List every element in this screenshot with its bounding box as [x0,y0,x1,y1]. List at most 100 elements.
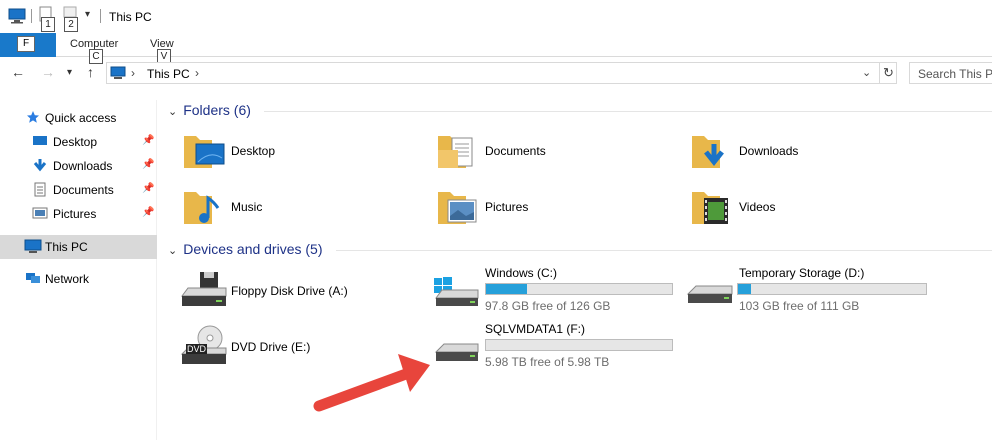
network-icon [26,273,40,283]
folder-label: Desktop [231,144,276,158]
folder-label: Downloads [739,144,799,158]
content-pane: ⌄ Folders (6) Desktop Documents Downloads [160,94,992,440]
sidebar-item-label: This PC [45,240,88,254]
sidebar-item-label: Desktop [53,135,98,149]
sidebar-item-label: Documents [53,183,114,197]
drive-free-space: 97.8 GB free of 126 GB [485,299,611,313]
group-divider [264,111,992,112]
sidebar-item-label: Network [45,272,90,286]
folder-label: Videos [739,200,776,214]
folder-downloads-icon [692,136,724,168]
title-separator [31,9,32,23]
drive-floppy-a[interactable]: Floppy Disk Drive (A:) [180,270,348,313]
drive-free-space: 5.98 TB free of 5.98 TB [485,355,610,369]
download-arrow-icon [33,159,47,172]
group-divider [336,250,992,251]
drive-label: Windows (C:) [485,266,558,280]
recent-locations-dropdown-icon[interactable]: ▾ [67,67,72,78]
drive-label: DVD Drive (E:) [231,340,311,354]
windows-drive-icon [434,277,479,306]
folder-pictures[interactable]: Pictures [436,186,528,231]
folder-label: Documents [485,144,546,158]
folder-desktop[interactable]: Desktop [182,130,275,175]
pin-icon[interactable]: 📌 [142,159,154,170]
title-separator-2 [100,9,101,23]
navigation-pane: Quick access Desktop 📌 Downloads 📌 Docum… [0,100,157,440]
address-chevron-icon[interactable]: › [131,66,135,80]
drive-label: SQLVMDATA1 (F:) [485,322,586,336]
drive-usage-fill [486,284,527,294]
file-tab-keytip: F [17,36,35,52]
quick-access-keytip-2: 2 [64,17,78,32]
file-tab[interactable]: F [0,33,56,57]
ribbon-tabs: F Computer C View V [0,33,992,64]
folder-label: Music [231,200,263,214]
drive-free-space: 103 GB free of 111 GB [739,299,860,313]
folder-music[interactable]: Music [182,186,262,231]
sidebar-item-pictures[interactable]: Pictures 📌 [0,202,157,226]
hard-drive-icon [686,285,733,303]
folder-downloads[interactable]: Downloads [690,130,798,175]
address-dropdown-icon[interactable]: ⌄ [862,66,871,79]
search-placeholder: Search This PC [918,67,992,81]
folder-videos-icon [692,192,728,224]
back-arrow-icon[interactable]: ← [11,64,25,80]
pin-icon[interactable]: 📌 [142,207,154,218]
drive-usage-fill [738,284,752,294]
navigation-bar: ← → ▾ ↑ › This PC › ⌄ ↻ Search This PC [0,58,992,88]
search-box[interactable]: Search This PC [909,62,992,84]
floppy-drive-icon [181,272,227,306]
address-path[interactable]: This PC [147,67,190,81]
drives-group-header[interactable]: ⌄ Devices and drives (5) [168,241,323,257]
refresh-icon[interactable]: ↻ [879,63,897,83]
pin-icon[interactable]: 📌 [142,183,154,194]
star-icon [27,111,39,123]
folder-desktop-icon [184,136,225,168]
collapse-chevron-icon[interactable]: ⌄ [168,244,177,257]
drive-label: Temporary Storage (D:) [739,266,865,280]
sidebar-item-this-pc[interactable]: This PC [0,235,157,259]
customize-qa-dropdown-icon[interactable]: ▾ [85,9,90,20]
drive-windows-c[interactable]: Windows (C:) 97.8 GB free of 126 GB [432,266,673,313]
drives-group-title: Devices and drives (5) [183,241,323,257]
address-bar[interactable]: › This PC › ⌄ ↻ [106,62,897,84]
drive-usage-bar [485,283,673,295]
folder-documents-icon [438,136,473,168]
sidebar-item-label: Quick access [45,111,117,125]
sidebar-item-network[interactable]: Network [0,267,157,291]
document-icon [34,182,46,197]
forward-arrow-icon[interactable]: → [41,64,55,80]
sidebar-item-label: Downloads [53,159,113,173]
sidebar-item-documents[interactable]: Documents 📌 [0,178,157,202]
drive-usage-bar [737,283,927,295]
folder-videos[interactable]: Videos [690,186,775,231]
folder-label: Pictures [485,200,529,214]
sidebar-item-downloads[interactable]: Downloads 📌 [0,154,157,178]
folder-documents[interactable]: Documents [436,130,546,175]
sidebar-item-quick-access[interactable]: Quick access [0,106,157,130]
drive-usage-bar [485,339,673,351]
up-arrow-icon[interactable]: ↑ [87,64,94,80]
drive-sqlvmdata1-f[interactable]: SQLVMDATA1 (F:) 5.98 TB free of 5.98 TB [432,322,673,369]
folder-pictures-icon [438,192,477,224]
window-title: This PC [109,10,152,24]
quick-access-keytip-1: 1 [41,17,55,32]
this-pc-icon[interactable] [8,8,26,24]
folders-group-title: Folders (6) [183,102,251,118]
pin-icon[interactable]: 📌 [142,135,154,146]
drive-dvd-e[interactable]: DVD DVD Drive (E:) [180,324,310,369]
drive-temporary-d[interactable]: Temporary Storage (D:) 103 GB free of 11… [686,266,927,313]
address-chevron-icon[interactable]: › [195,66,199,80]
desktop-icon [33,136,47,145]
pictures-icon [32,207,48,219]
address-pc-icon [110,66,126,79]
hard-drive-icon [434,343,479,361]
drive-label: Floppy Disk Drive (A:) [231,284,348,298]
dvd-badge: DVD [186,344,208,354]
sidebar-item-desktop[interactable]: Desktop 📌 [0,130,157,154]
folders-group-header[interactable]: ⌄ Folders (6) [168,102,251,118]
title-bar: 1 2 ▾ This PC [0,0,992,32]
sidebar-item-label: Pictures [53,207,97,221]
collapse-chevron-icon[interactable]: ⌄ [168,105,177,118]
this-pc-icon [24,239,42,253]
